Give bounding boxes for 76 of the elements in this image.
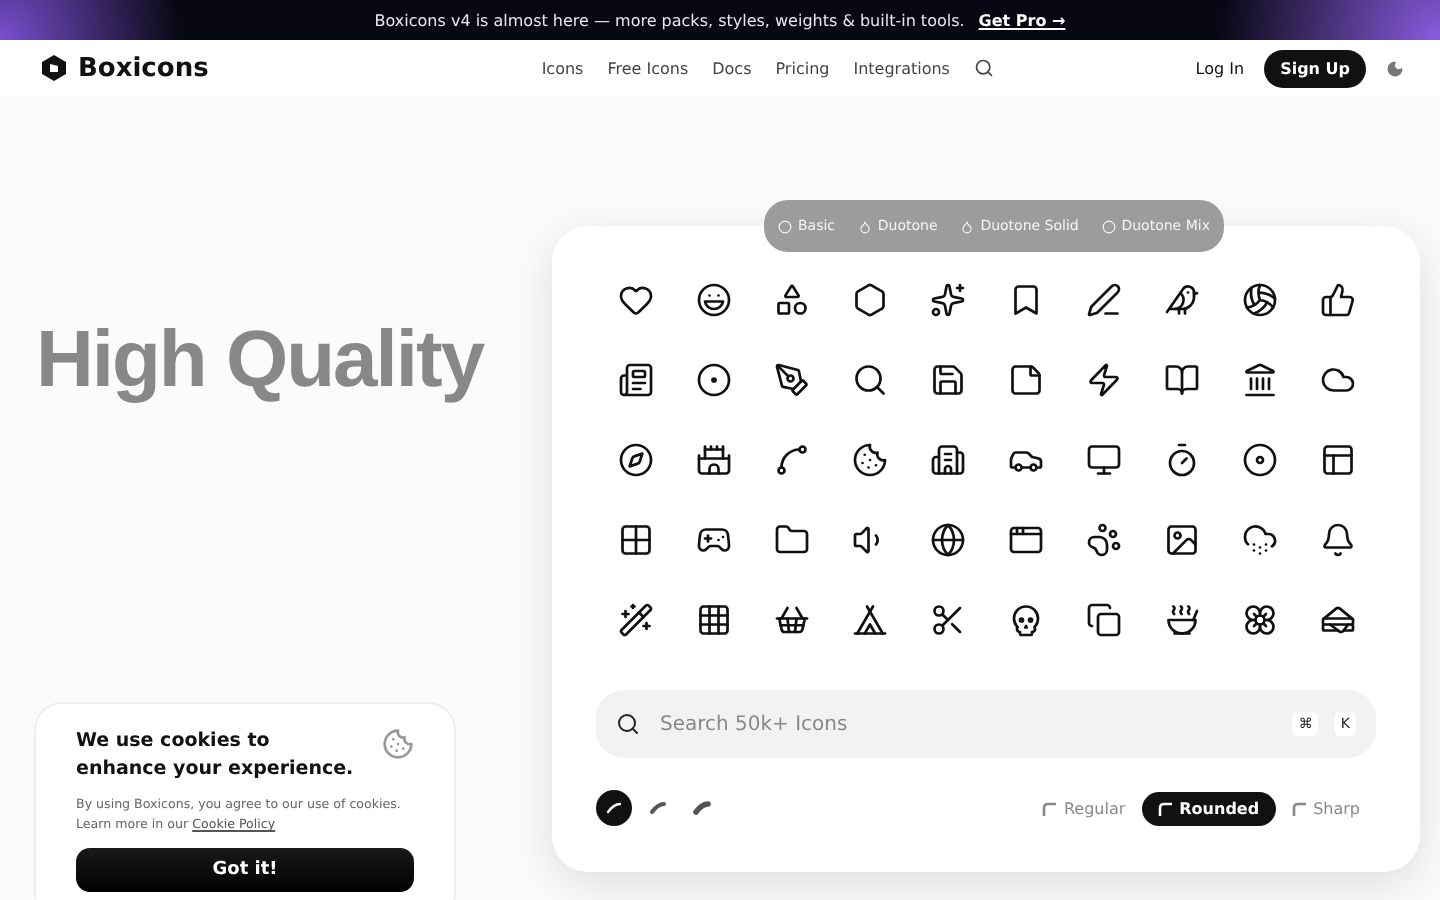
basket-icon[interactable] — [773, 602, 809, 638]
snow-cloud-icon[interactable] — [1241, 522, 1277, 558]
logo-text: Boxicons — [78, 53, 209, 83]
corner-icon — [1157, 801, 1172, 815]
stroke-icon — [648, 798, 668, 818]
bird-icon[interactable] — [1163, 282, 1199, 318]
skull-icon[interactable] — [1007, 602, 1043, 638]
corner-style-button[interactable]: Regular — [1025, 791, 1142, 825]
flower-icon[interactable] — [1241, 602, 1277, 638]
book-icon[interactable] — [1163, 362, 1199, 398]
paw-icon[interactable] — [1085, 522, 1121, 558]
timer-icon[interactable] — [1163, 442, 1199, 478]
bell-icon[interactable] — [1319, 522, 1355, 558]
gamepad-icon[interactable] — [695, 522, 731, 558]
globe-icon[interactable] — [929, 522, 965, 558]
hero-title: High Quality — [36, 316, 487, 406]
folder-icon[interactable] — [773, 522, 809, 558]
accept-button[interactable]: Got it! — [76, 848, 414, 892]
circle-icon — [1101, 219, 1116, 233]
cloud-icon[interactable] — [1319, 362, 1355, 398]
sparkles-icon[interactable] — [929, 282, 965, 318]
castle-icon[interactable] — [695, 442, 731, 478]
logo-icon — [40, 54, 68, 82]
search-field[interactable]: Search 50k+ Icons — [656, 711, 1277, 737]
bowl-icon[interactable] — [1163, 602, 1199, 638]
laughing-face-icon[interactable] — [695, 282, 731, 318]
search-icon[interactable] — [851, 362, 887, 398]
droplet-icon — [960, 219, 975, 233]
image-icon[interactable] — [1163, 522, 1199, 558]
layout-icon[interactable] — [1319, 442, 1355, 478]
stroke-icon — [692, 798, 712, 818]
lightning-icon[interactable] — [1085, 362, 1121, 398]
volleyball-icon[interactable] — [1241, 282, 1277, 318]
grid-icon[interactable] — [617, 522, 653, 558]
disc-icon[interactable] — [1241, 442, 1277, 478]
nav-link[interactable]: Icons — [541, 59, 584, 77]
theme-toggle-icon[interactable] — [1386, 59, 1404, 77]
announcement-text: Boxicons v4 is almost here — more packs, styles, weights & built-in tools. — [374, 11, 965, 29]
grid-icon[interactable] — [695, 602, 731, 638]
pen-tool-icon[interactable] — [773, 362, 809, 398]
newspaper-icon[interactable] — [617, 362, 653, 398]
cookie-icon[interactable] — [851, 442, 887, 478]
thumbs-up-icon[interactable] — [1319, 282, 1355, 318]
search-icon — [616, 712, 640, 736]
search-icon[interactable] — [973, 58, 994, 78]
copy-icon[interactable] — [1085, 602, 1121, 638]
nav-link[interactable]: Docs — [712, 59, 752, 77]
nav-link[interactable]: Integrations — [853, 59, 950, 77]
pen-icon[interactable] — [1085, 282, 1121, 318]
sticky-note-icon[interactable] — [1007, 362, 1043, 398]
stroke-weight-button[interactable] — [596, 790, 632, 826]
compass-icon[interactable] — [617, 442, 653, 478]
cookie-title: We use cookies to enhance your experience. — [76, 728, 356, 784]
corner-style-button[interactable]: Rounded — [1141, 791, 1276, 825]
stroke-icon — [604, 798, 624, 818]
nav-link[interactable]: Pricing — [775, 59, 830, 77]
droplet-icon — [857, 219, 872, 233]
corner-icon — [1291, 801, 1306, 815]
shapes-icon[interactable] — [773, 282, 809, 318]
nav-link[interactable]: Free Icons — [607, 59, 689, 77]
building-icon[interactable] — [929, 442, 965, 478]
cookie-icon — [382, 728, 414, 760]
corner-icon — [1041, 801, 1056, 815]
signup-button[interactable]: Sign Up — [1264, 49, 1366, 87]
hexagon-icon[interactable] — [851, 282, 887, 318]
window-icon[interactable] — [1007, 522, 1043, 558]
heart-icon[interactable] — [617, 282, 653, 318]
curve-icon[interactable] — [773, 442, 809, 478]
get-pro-link[interactable]: Get Pro → — [978, 11, 1066, 29]
magic-wand-icon[interactable] — [617, 602, 653, 638]
monitor-icon[interactable] — [1085, 442, 1121, 478]
circle-icon — [778, 219, 792, 233]
tent-icon[interactable] — [851, 602, 887, 638]
login-link[interactable]: Log In — [1195, 59, 1245, 77]
corner-style-button[interactable]: Sharp — [1275, 791, 1376, 825]
scissors-icon[interactable] — [929, 602, 965, 638]
